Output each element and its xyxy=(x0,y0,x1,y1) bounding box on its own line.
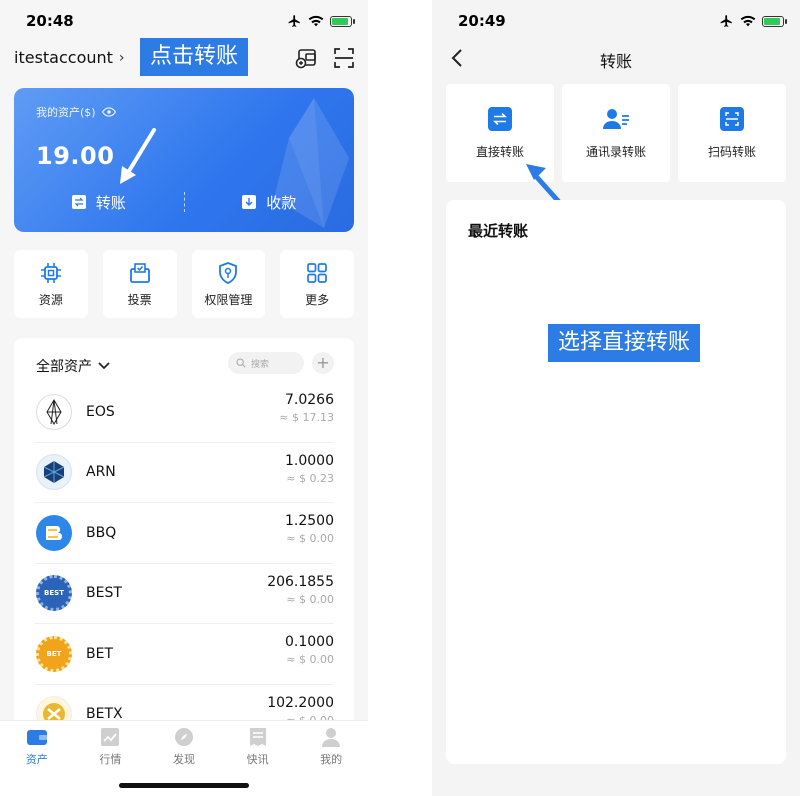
tab-bar: 资产 行情 发现 快讯 我的 xyxy=(0,720,368,796)
transfer-icon xyxy=(488,106,512,131)
person-icon xyxy=(322,728,341,747)
ballot-icon xyxy=(129,262,150,283)
card-actions: 转账 收款 xyxy=(14,188,354,216)
scan-transfer-button[interactable]: 扫码转账 xyxy=(678,84,786,182)
grid-icon xyxy=(307,262,327,283)
arn-coin-icon xyxy=(36,454,72,491)
eos-coin-icon xyxy=(36,393,72,430)
chevron-down-icon xyxy=(98,362,110,370)
search-icon xyxy=(236,358,246,368)
tab-assets[interactable]: 资产 xyxy=(0,727,74,796)
quick-item-vote[interactable]: 投票 xyxy=(102,250,177,318)
asset-search-input[interactable]: 搜索 xyxy=(228,352,304,374)
asset-amount: 19.00 xyxy=(36,142,115,170)
airplane-icon xyxy=(288,15,300,27)
transfer-icon xyxy=(71,195,86,209)
asset-rows: EOS 7.0266 ≈ $ 17.13 ARN 1.0000 ≈ $ 0.23 xyxy=(14,382,354,738)
asset-row-eos[interactable]: EOS 7.0266 ≈ $ 17.13 xyxy=(34,382,334,443)
page-title: 转账 xyxy=(599,52,632,71)
asset-row-bbq[interactable]: BBQ 1.2500 ≈ $ 0.00 xyxy=(34,503,334,564)
contacts-transfer-button[interactable]: 通讯录转账 xyxy=(562,84,670,182)
asset-row-arn[interactable]: ARN 1.0000 ≈ $ 0.23 xyxy=(34,443,334,503)
quick-item-permissions[interactable]: 权限管理 xyxy=(191,250,266,318)
chevron-right-icon: › xyxy=(118,49,125,66)
recent-transfers-title: 最近转账 xyxy=(468,222,529,240)
asset-filter[interactable]: 全部资产 xyxy=(36,356,110,376)
asset-card: 我的资产($) 19.00 转账 收款 xyxy=(14,88,354,232)
news-icon xyxy=(249,728,266,746)
annotation-arrow-icon xyxy=(120,128,156,184)
asset-row-best[interactable]: BEST BEST 206.1855 ≈ $ 0.00 xyxy=(34,564,334,624)
asset-row-bet[interactable]: BET BET 0.1000 ≈ $ 0.00 xyxy=(34,624,334,685)
wifi-icon xyxy=(308,15,324,27)
annotation-tap-transfer: 点击转账 xyxy=(140,38,249,76)
account-name: itestaccount xyxy=(14,48,113,67)
quick-item-more[interactable]: 更多 xyxy=(280,250,354,318)
quick-actions: 资源 投票 权限管理 更多 xyxy=(14,250,354,318)
recent-transfers-panel: 最近转账 xyxy=(446,200,786,764)
shield-key-icon xyxy=(219,261,238,284)
tab-me[interactable]: 我的 xyxy=(294,727,368,796)
asset-label: 我的资产($) xyxy=(36,104,116,120)
scan-icon xyxy=(720,106,744,131)
wallet-icon xyxy=(26,730,47,745)
bbq-coin-icon xyxy=(36,514,72,551)
status-icons xyxy=(287,14,355,28)
quick-item-resources[interactable]: 资源 xyxy=(14,250,88,318)
airplane-icon xyxy=(720,15,732,27)
add-asset-button[interactable]: + xyxy=(312,352,334,374)
wifi-icon xyxy=(740,15,756,27)
add-wallet-icon[interactable] xyxy=(294,46,318,70)
transfer-screen: 20:49 转账 直接转账 通讯录转账 扫码转账 最近转账 选择直接转账 xyxy=(432,0,800,796)
wallet-home-screen: 20:48 itestaccount › 点击转账 我的资产($) 19.00 xyxy=(0,0,368,796)
chart-icon xyxy=(101,728,120,746)
eye-icon[interactable] xyxy=(101,107,116,117)
best-coin-icon: BEST xyxy=(36,575,72,612)
scan-icon[interactable] xyxy=(332,46,356,70)
receive-button[interactable]: 收款 xyxy=(185,188,355,216)
home-indicator xyxy=(119,783,249,788)
bet-coin-icon: BET xyxy=(36,635,72,672)
chip-icon xyxy=(40,262,61,283)
asset-list: 全部资产 搜索 + EOS 7.0266 ≈ $ 17.13 ARN 1.000… xyxy=(14,338,354,738)
account-switcher[interactable]: itestaccount › xyxy=(14,48,125,67)
transfer-options: 直接转账 通讯录转账 扫码转账 xyxy=(446,84,786,182)
battery-icon xyxy=(762,15,787,27)
status-time: 20:48 xyxy=(26,12,74,30)
annotation-choose-direct: 选择直接转账 xyxy=(548,324,701,362)
transfer-button[interactable]: 转账 xyxy=(14,188,184,216)
status-bar: 20:49 xyxy=(432,0,800,44)
contacts-icon xyxy=(603,108,629,129)
download-icon xyxy=(242,195,257,209)
status-time: 20:49 xyxy=(458,12,506,30)
compass-icon xyxy=(174,728,193,746)
battery-icon xyxy=(330,15,355,27)
status-icons xyxy=(719,14,787,28)
